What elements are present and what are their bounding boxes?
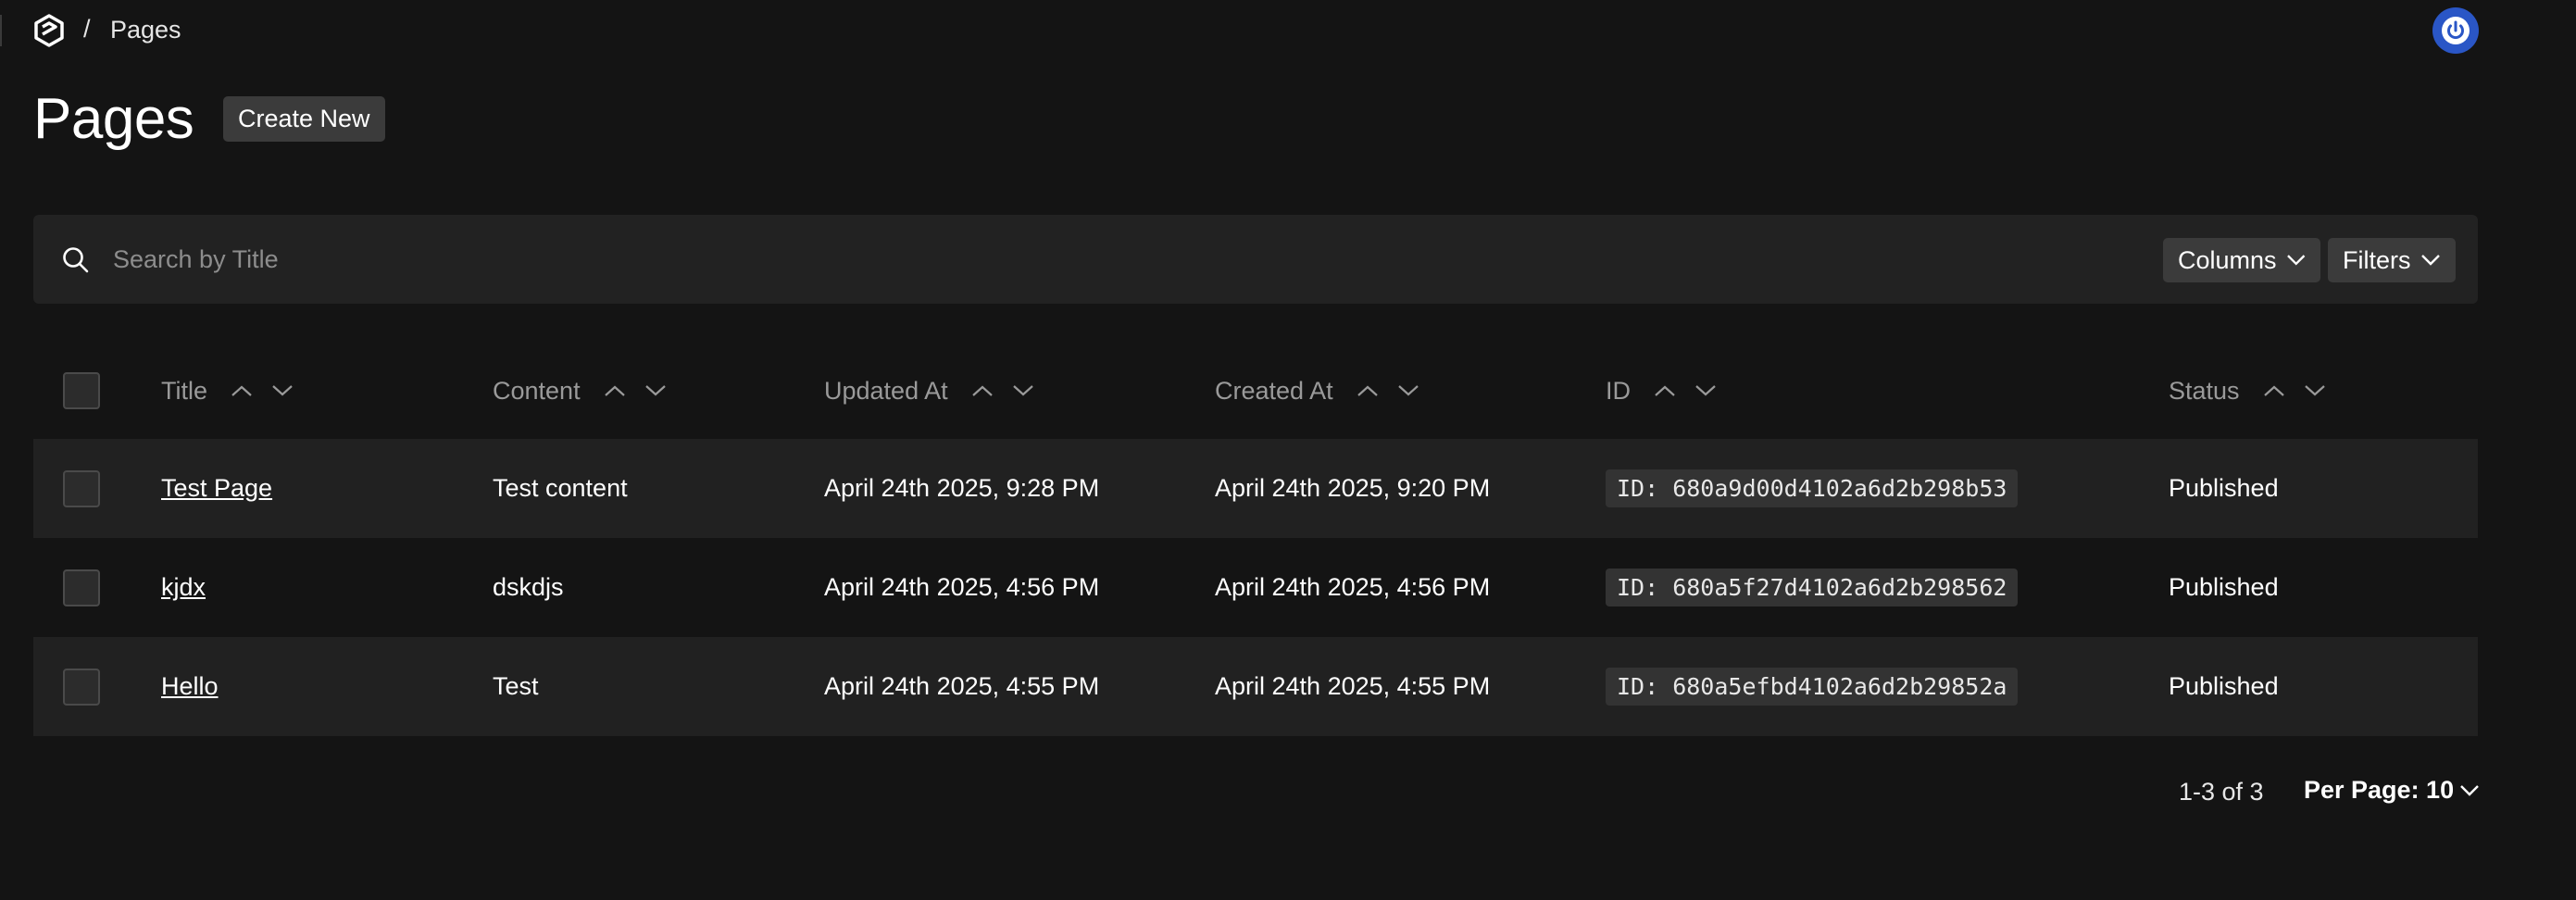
content-cell: Test content [493,474,628,502]
chevron-down-icon [2286,255,2305,266]
filters-button[interactable]: Filters [2328,238,2456,282]
table-row: Test Page Test content April 24th 2025, … [33,439,2478,538]
page-title: Pages [33,87,194,151]
column-id-label: ID [1606,376,1631,405]
create-new-button[interactable]: Create New [223,96,385,142]
created-at-cell: April 24th 2025, 4:55 PM [1215,672,1491,700]
content-cell: dskdjs [493,573,564,601]
content-cell: Test [493,672,539,700]
row-checkbox-cell [63,538,100,637]
title-cell: Hello [161,637,219,736]
id-badge: ID: 680a5f27d4102a6d2b298562 [1606,569,2019,606]
column-header-content: Content [493,343,669,439]
breadcrumb-current[interactable]: Pages [110,16,181,44]
row-checkbox[interactable] [63,668,100,706]
column-created-label: Created At [1215,376,1333,405]
status-cell: Published [2169,672,2279,700]
table-row: Hello Test April 24th 2025, 4:55 PM Apri… [33,637,2478,736]
column-header-title: Title [161,343,296,439]
status-cell: Published [2169,474,2279,502]
column-status-label: Status [2169,376,2240,405]
sort-asc-icon[interactable] [2260,377,2288,405]
column-updated-label: Updated At [824,376,948,405]
column-header-id: ID [1606,343,1719,439]
per-page-select[interactable]: Per Page: 10 [2304,776,2480,805]
sort-desc-icon[interactable] [269,377,296,405]
sort-asc-icon[interactable] [1651,377,1679,405]
page-title-link[interactable]: Hello [161,672,219,701]
filters-label: Filters [2343,245,2411,274]
top-bar: / Pages [0,0,2576,61]
sort-asc-icon[interactable] [228,377,256,405]
created-at-cell: April 24th 2025, 9:20 PM [1215,474,1491,502]
chevron-down-icon [2420,255,2440,266]
sort-desc-icon[interactable] [1394,377,1422,405]
header-checkbox-cell [63,343,100,439]
title-cell: Test Page [161,439,272,538]
breadcrumb-separator: / [83,15,91,43]
row-checkbox-cell [63,637,100,736]
search-bar: Columns Filters [33,215,2478,304]
column-header-created-at: Created At [1215,343,1422,439]
per-page-label: Per Page: 10 [2304,776,2455,804]
id-badge: ID: 680a5efbd4102a6d2b29852a [1606,668,2019,706]
sort-asc-icon[interactable] [601,377,629,405]
id-cell: ID: 680a5f27d4102a6d2b298562 [1606,538,2019,637]
id-cell: ID: 680a5efbd4102a6d2b29852a [1606,637,2019,736]
sort-asc-icon[interactable] [969,377,996,405]
column-header-updated-at: Updated At [824,343,1037,439]
updated-at-cell: April 24th 2025, 9:28 PM [824,474,1100,502]
sort-desc-icon[interactable] [1692,377,1719,405]
title-cell: kjdx [161,538,206,637]
page-title-link[interactable]: kjdx [161,573,206,602]
chevron-down-icon [2460,784,2479,796]
id-badge: ID: 680a9d00d4102a6d2b298b53 [1606,469,2019,507]
status-cell: Published [2169,573,2279,601]
page-title-link[interactable]: Test Page [161,474,272,503]
pages-table: Title Content Updated At Created At ID S… [33,343,2478,736]
power-icon [2442,17,2470,44]
id-cell: ID: 680a9d00d4102a6d2b298b53 [1606,439,2019,538]
columns-label: Columns [2178,245,2277,274]
app-logo-icon[interactable] [31,13,67,48]
column-content-label: Content [493,376,581,405]
updated-at-cell: April 24th 2025, 4:56 PM [824,573,1100,601]
updated-at-cell: April 24th 2025, 4:55 PM [824,672,1100,700]
columns-button[interactable]: Columns [2163,238,2320,282]
column-header-status: Status [2169,343,2329,439]
table-row: kjdx dskdjs April 24th 2025, 4:56 PM Apr… [33,538,2478,637]
table-header: Title Content Updated At Created At ID S… [33,343,2478,439]
pagination-range: 1-3 of 3 [2179,778,2264,806]
search-input[interactable] [113,239,1965,280]
row-checkbox[interactable] [63,569,100,606]
search-icon [61,245,91,275]
sort-desc-icon[interactable] [1009,377,1037,405]
account-button[interactable] [2432,7,2479,54]
sort-desc-icon[interactable] [642,377,669,405]
row-checkbox[interactable] [63,469,100,507]
sort-asc-icon[interactable] [1354,377,1382,405]
row-checkbox-cell [63,439,100,538]
created-at-cell: April 24th 2025, 4:56 PM [1215,573,1491,601]
select-all-checkbox[interactable] [63,372,100,409]
sort-desc-icon[interactable] [2301,377,2329,405]
column-title-label: Title [161,376,208,405]
